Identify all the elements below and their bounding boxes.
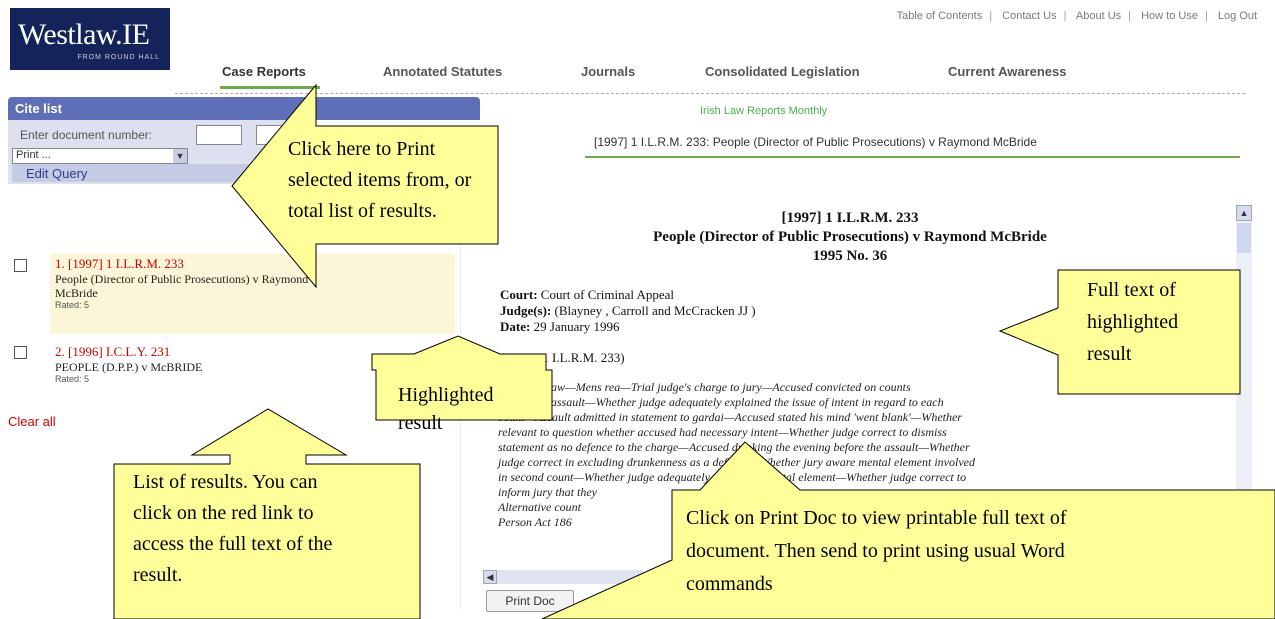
list-callout-line: access the full text of the [133,533,333,555]
print-doc-callout-line: Click on Print Doc to view printable ful… [686,507,1067,529]
list-callout-line: result. [133,564,183,586]
highlighted-callout-line: result [398,412,443,434]
print-callout-line: selected items from, or [288,169,472,191]
print-doc-callout: Click on Print Doc to view printable ful… [686,502,1067,601]
list-callout: List of results. You can click on the re… [133,467,332,591]
print-callout-line: total list of results. [288,200,437,222]
full-text-callout-line: highlighted [1087,311,1179,333]
list-callout-line: click on the red link to [133,502,314,524]
print-doc-callout-line: commands [686,573,773,595]
print-callout: Click here to Print selected items from,… [288,134,471,227]
print-doc-callout-line: document. Then send to print using usual… [686,540,1065,562]
highlighted-callout: Highlighted result [398,381,494,437]
highlighted-callout-line: Highlighted [398,384,494,406]
full-text-callout: Full text of highlighted result [1087,274,1178,370]
list-callout-line: List of results. You can [133,471,318,493]
full-text-callout-line: result [1087,343,1132,365]
print-callout-line: Click here to Print [288,138,436,160]
full-text-callout-line: Full text of [1087,279,1176,301]
